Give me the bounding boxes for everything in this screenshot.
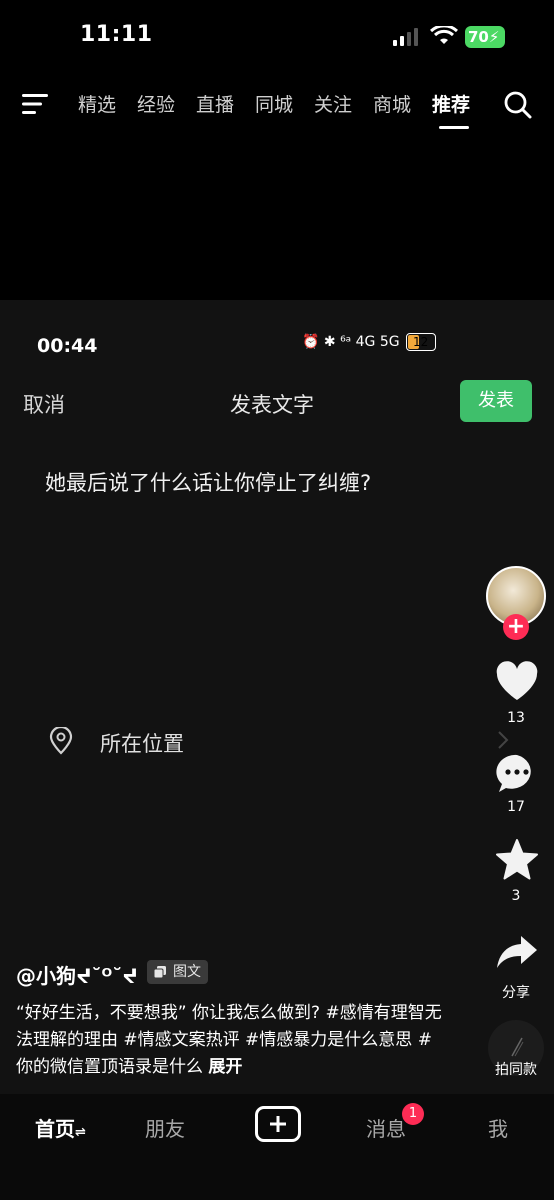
nav-friends[interactable]: 朋友 xyxy=(145,1113,185,1142)
plus-icon xyxy=(270,1116,286,1132)
favorite-count: 3 xyxy=(511,888,521,904)
post-text: 她最后说了什么话让你停止了纠缠? xyxy=(45,471,372,495)
tab-following[interactable]: 关注 xyxy=(314,90,373,117)
status-time: 11:11 xyxy=(80,22,153,47)
menu-icon[interactable] xyxy=(22,92,50,116)
embedded-status-icons: ⏰ ✱ ⁶ᵃ 4G 5G 12 xyxy=(302,333,436,351)
expand-link[interactable]: 展开 xyxy=(208,1057,242,1077)
battery-indicator: 70⚡ xyxy=(465,26,505,48)
embedded-battery: 12 xyxy=(405,333,436,351)
embedded-status-glyphs: ⏰ ✱ ⁶ᵃ 4G 5G xyxy=(302,334,400,350)
tab-mall[interactable]: 商城 xyxy=(373,90,432,117)
like-count: 13 xyxy=(507,710,525,726)
wifi-icon xyxy=(430,26,458,44)
make-same-label: 拍同款 xyxy=(495,1062,537,1078)
nav-me[interactable]: 我 xyxy=(488,1113,508,1142)
nav-messages[interactable]: 消息 xyxy=(366,1113,406,1142)
charging-icon: ⚡ xyxy=(488,28,500,46)
location-pin-icon xyxy=(49,727,73,755)
post-caption[interactable]: “好好生活，不要想我” 你让我怎么做到? #感情有理智无法理解的理由 #情感文案… xyxy=(16,1000,446,1081)
tab-featured[interactable]: 精选 xyxy=(78,90,137,117)
cancel-label: 取消 xyxy=(23,393,65,417)
author-name[interactable]: @小狗ᔪ˘ᴼ˘ᔪ xyxy=(16,960,138,989)
top-nav-tabs: 精选 经验 直播 同城 关注 商城 推荐 xyxy=(78,90,491,117)
active-tab-indicator xyxy=(439,126,469,129)
image-text-badge: 图文 xyxy=(147,960,208,984)
search-icon[interactable] xyxy=(503,90,533,120)
cellular-signal-icon xyxy=(393,28,418,46)
heart-icon[interactable] xyxy=(495,660,539,704)
location-label: 所在位置 xyxy=(100,732,184,756)
tab-live[interactable]: 直播 xyxy=(196,90,255,117)
follow-plus-button[interactable]: + xyxy=(503,614,529,640)
tab-experience[interactable]: 经验 xyxy=(137,90,196,117)
nav-home[interactable]: 首页⇌ xyxy=(35,1113,86,1142)
share-label: 分享 xyxy=(502,985,530,1001)
make-same-thumbnail-icon xyxy=(511,1037,524,1057)
refresh-icon: ⇌ xyxy=(75,1125,86,1140)
compose-title: 发表文字 xyxy=(230,393,314,417)
tab-local[interactable]: 同城 xyxy=(255,90,314,117)
share-icon[interactable] xyxy=(495,930,539,974)
create-post-button[interactable] xyxy=(255,1106,301,1142)
tab-recommended[interactable]: 推荐 xyxy=(432,90,491,117)
star-icon[interactable] xyxy=(495,838,539,882)
chevron-right-icon xyxy=(498,731,509,749)
gallery-icon xyxy=(154,966,166,978)
publish-button-image: 发表 xyxy=(460,380,532,422)
messages-badge: 1 xyxy=(402,1103,424,1125)
embedded-status-time: 00:44 xyxy=(37,335,98,357)
comment-count: 17 xyxy=(507,799,525,815)
comment-icon[interactable] xyxy=(495,752,539,796)
